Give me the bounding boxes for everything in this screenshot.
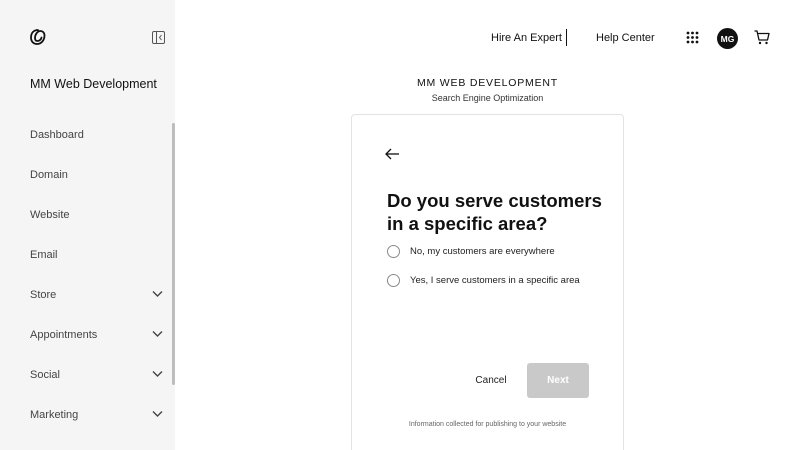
sidebar-item-store[interactable]: Store xyxy=(0,275,172,315)
sidebar-item-label: Dashboard xyxy=(30,129,84,141)
sidebar-item-label: Email xyxy=(30,249,58,261)
question-heading: Do you serve customers in a specific are… xyxy=(387,190,602,234)
sidebar-item-label: Appointments xyxy=(30,329,98,341)
chevron-down-icon[interactable] xyxy=(152,410,163,418)
apps-grid-icon[interactable] xyxy=(686,31,699,44)
arrow-left-icon[interactable] xyxy=(385,148,400,160)
sidebar-item-label: Domain xyxy=(30,169,68,181)
cancel-button[interactable]: Cancel xyxy=(462,370,520,390)
option-label: No, my customers are everywhere xyxy=(410,246,555,257)
option-everywhere[interactable]: No, my customers are everywhere xyxy=(387,245,555,258)
sidebar-collapse-icon[interactable] xyxy=(152,31,165,44)
sidebar-item-appointments[interactable]: Appointments xyxy=(0,315,172,355)
hire-expert-link[interactable]: Hire An Expert xyxy=(491,32,562,44)
sidebar-item-email[interactable]: Email xyxy=(0,235,172,275)
business-name: MM WEB DEVELOPMENT xyxy=(417,77,558,89)
help-center-link[interactable]: Help Center xyxy=(596,32,655,44)
header-divider xyxy=(566,29,567,46)
sidebar-item-dashboard[interactable]: Dashboard xyxy=(0,115,172,155)
sidebar-nav: Dashboard Domain Website Email Store App… xyxy=(0,115,172,435)
sidebar-item-domain[interactable]: Domain xyxy=(0,155,172,195)
option-specific-area[interactable]: Yes, I serve customers in a specific are… xyxy=(387,274,580,287)
option-label: Yes, I serve customers in a specific are… xyxy=(410,275,580,286)
cart-icon[interactable] xyxy=(754,30,770,45)
next-button[interactable]: Next xyxy=(527,363,589,398)
page-subtitle: Search Engine Optimization xyxy=(431,93,544,103)
sidebar: MM Web Development Dashboard Domain Webs… xyxy=(0,0,175,450)
info-note: Information collected for publishing to … xyxy=(408,421,567,428)
sidebar-item-label: Website xyxy=(30,209,70,221)
godaddy-logo-icon[interactable] xyxy=(29,28,47,46)
avatar[interactable]: MG xyxy=(717,28,738,49)
sidebar-item-marketing[interactable]: Marketing xyxy=(0,395,172,435)
sidebar-item-website[interactable]: Website xyxy=(0,195,172,235)
sidebar-scrollbar[interactable] xyxy=(172,123,175,385)
site-title: MM Web Development xyxy=(30,77,157,91)
chevron-down-icon[interactable] xyxy=(152,290,163,298)
sidebar-item-label: Store xyxy=(30,289,57,301)
sidebar-item-social[interactable]: Social xyxy=(0,355,172,395)
chevron-down-icon[interactable] xyxy=(152,370,163,378)
chevron-down-icon[interactable] xyxy=(152,330,163,338)
sidebar-item-label: Social xyxy=(30,369,60,381)
radio-everywhere[interactable] xyxy=(387,245,400,258)
sidebar-item-label: Marketing xyxy=(30,409,79,421)
question-card: Do you serve customers in a specific are… xyxy=(351,114,624,450)
radio-specific-area[interactable] xyxy=(387,274,400,287)
